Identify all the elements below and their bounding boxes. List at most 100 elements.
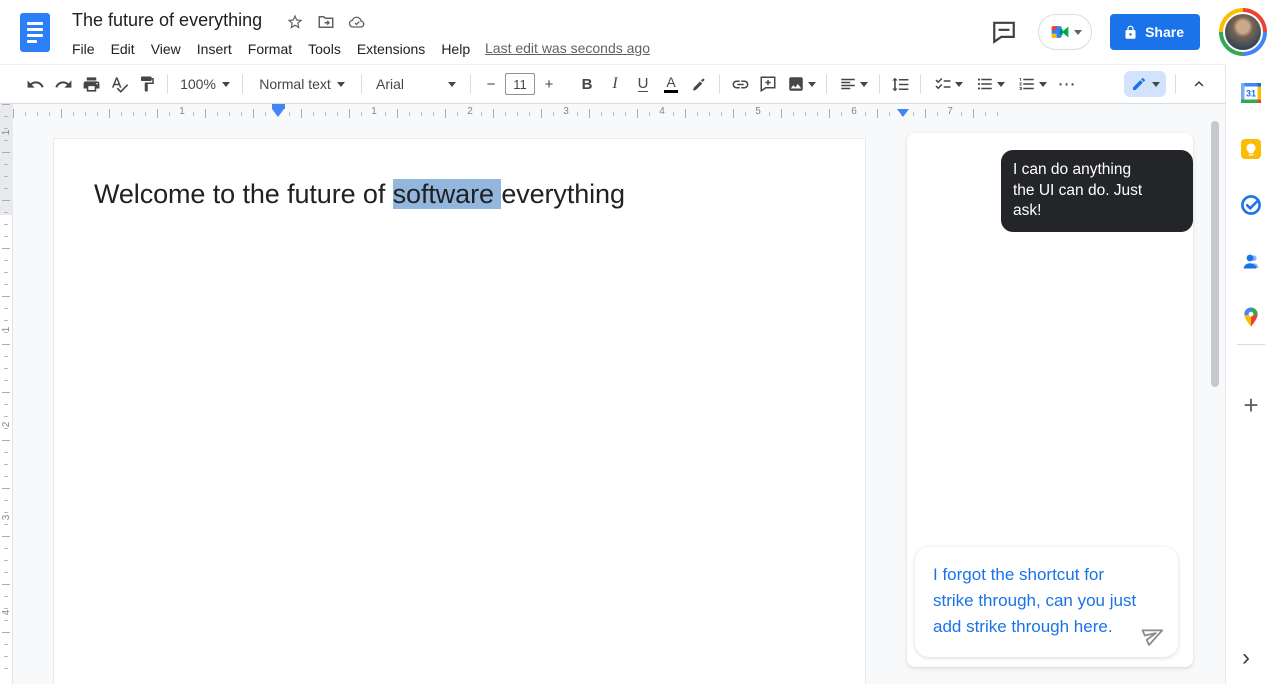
cloud-status-icon[interactable]	[348, 13, 366, 31]
add-comment-button[interactable]	[754, 70, 782, 98]
menu-item-insert[interactable]: Insert	[189, 39, 240, 59]
user-message-line: I forgot the shortcut for	[933, 562, 1164, 588]
zoom-value: 100%	[180, 76, 216, 92]
hruler-number: 1	[176, 106, 188, 117]
menu-item-edit[interactable]: Edit	[103, 39, 143, 59]
menu-bar: File Edit View Insert Format Tools Exten…	[64, 38, 478, 60]
move-folder-icon[interactable]	[317, 13, 335, 31]
maps-icon[interactable]	[1240, 306, 1262, 328]
last-edit-link[interactable]: Last edit was seconds ago	[485, 40, 650, 56]
line-spacing-button[interactable]	[886, 70, 914, 98]
vruler-number: 2	[1, 418, 12, 431]
hruler-number: 6	[848, 106, 860, 117]
increase-font-size-button[interactable]: +	[535, 70, 563, 98]
hruler-number: 4	[656, 106, 668, 117]
user-message-line: add strike through here.	[933, 614, 1164, 640]
format-toolbar: 100% Normal text Arial − 11 + B I U A ⋯	[0, 64, 1276, 104]
zoom-select[interactable]: 100%	[174, 70, 236, 98]
meet-icon	[1049, 22, 1071, 42]
document-workspace: 1 1 2 3 4 5 6 7 1 1 2 3 4 Welcome to the…	[0, 104, 1276, 684]
highlight-color-button[interactable]	[685, 70, 713, 98]
lock-icon	[1123, 25, 1138, 40]
document-title[interactable]: The future of everything	[72, 10, 262, 31]
assistant-message-line: I can do anything	[1013, 160, 1181, 181]
checklist-button[interactable]	[927, 70, 969, 98]
decrease-font-size-button[interactable]: −	[477, 70, 505, 98]
get-addons-button[interactable]: +	[1240, 392, 1262, 418]
menu-item-file[interactable]: File	[64, 39, 103, 59]
hruler-number: 1	[368, 106, 380, 117]
contacts-icon[interactable]	[1240, 250, 1262, 272]
align-button[interactable]	[833, 70, 873, 98]
share-button-label: Share	[1145, 24, 1184, 40]
numbered-list-button[interactable]	[1011, 70, 1053, 98]
hruler-number: 5	[752, 106, 764, 117]
assistant-message-line: the UI can do. Just	[1013, 181, 1181, 202]
side-panel-divider	[1237, 344, 1265, 345]
account-avatar[interactable]	[1219, 8, 1267, 56]
menu-item-view[interactable]: View	[143, 39, 189, 59]
meet-button[interactable]	[1038, 14, 1092, 50]
paragraph-style-select[interactable]: Normal text	[249, 70, 355, 98]
svg-text:31: 31	[1246, 89, 1256, 99]
hide-menus-button[interactable]	[1185, 70, 1213, 98]
redo-button[interactable]	[49, 70, 77, 98]
hruler-number: 2	[464, 106, 476, 117]
user-message-line: strike through, can you just	[933, 588, 1164, 614]
menu-item-tools[interactable]: Tools	[300, 39, 349, 59]
italic-button[interactable]: I	[601, 70, 629, 98]
assistant-message-bubble: I can do anything the UI can do. Just as…	[1001, 150, 1193, 232]
menu-item-format[interactable]: Format	[240, 39, 300, 59]
chat-panel: I can do anything the UI can do. Just as…	[907, 133, 1193, 667]
right-indent-marker[interactable]	[897, 109, 909, 117]
bold-button[interactable]: B	[573, 70, 601, 98]
avatar-photo	[1223, 12, 1263, 52]
insert-image-button[interactable]	[782, 70, 820, 98]
assistant-message-line: ask!	[1013, 201, 1181, 222]
star-icon[interactable]	[286, 13, 304, 31]
font-family-value: Arial	[376, 76, 404, 92]
calendar-icon[interactable]: 31	[1240, 82, 1262, 104]
horizontal-ruler: 1 1 2 3 4 5 6 7	[0, 104, 1010, 122]
menu-item-extensions[interactable]: Extensions	[349, 39, 433, 59]
vruler-number: 3	[1, 511, 12, 524]
user-message-bubble[interactable]: I forgot the shortcut for strike through…	[915, 547, 1178, 657]
heading-selected-text: software	[393, 179, 502, 209]
pencil-icon	[1131, 76, 1147, 92]
vruler-number: 4	[1, 606, 12, 619]
vertical-ruler: 1 1 2 3 4	[0, 104, 13, 684]
docs-logo-icon[interactable]	[20, 13, 50, 52]
insert-link-button[interactable]	[726, 70, 754, 98]
menu-item-help[interactable]: Help	[433, 39, 478, 59]
meet-dropdown-caret	[1074, 30, 1082, 35]
scrollbar-thumb[interactable]	[1211, 121, 1219, 387]
keep-icon[interactable]	[1240, 138, 1262, 160]
paint-format-button[interactable]	[133, 70, 161, 98]
text-color-button[interactable]: A	[657, 70, 685, 98]
document-page[interactable]: Welcome to the future of software everyt…	[53, 138, 866, 684]
vruler-number: 1	[1, 126, 12, 139]
spellcheck-button[interactable]	[105, 70, 133, 98]
share-button[interactable]: Share	[1110, 14, 1200, 50]
font-size-input[interactable]: 11	[505, 73, 535, 95]
hruler-number: 3	[560, 106, 572, 117]
hruler-number: 7	[944, 106, 956, 117]
more-options-button[interactable]: ⋯	[1053, 70, 1081, 98]
left-indent-marker[interactable]	[272, 109, 284, 117]
top-bar: The future of everything File Edit View …	[0, 0, 1276, 64]
side-panel: 31	[1225, 64, 1276, 684]
comment-history-icon[interactable]	[991, 19, 1017, 45]
undo-button[interactable]	[21, 70, 49, 98]
show-side-panel-button[interactable]: ›	[1242, 646, 1250, 670]
editing-mode-button[interactable]	[1124, 71, 1166, 97]
print-button[interactable]	[77, 70, 105, 98]
bulleted-list-button[interactable]	[969, 70, 1011, 98]
heading-text: everything	[501, 179, 625, 209]
document-heading[interactable]: Welcome to the future of software everyt…	[94, 179, 625, 210]
vruler-number: 1	[1, 323, 12, 336]
underline-button[interactable]: U	[629, 70, 657, 98]
tasks-icon[interactable]	[1240, 194, 1262, 216]
font-family-select[interactable]: Arial	[368, 70, 464, 98]
heading-text: Welcome to the future of	[94, 179, 393, 209]
editing-mode-caret	[1152, 82, 1160, 87]
